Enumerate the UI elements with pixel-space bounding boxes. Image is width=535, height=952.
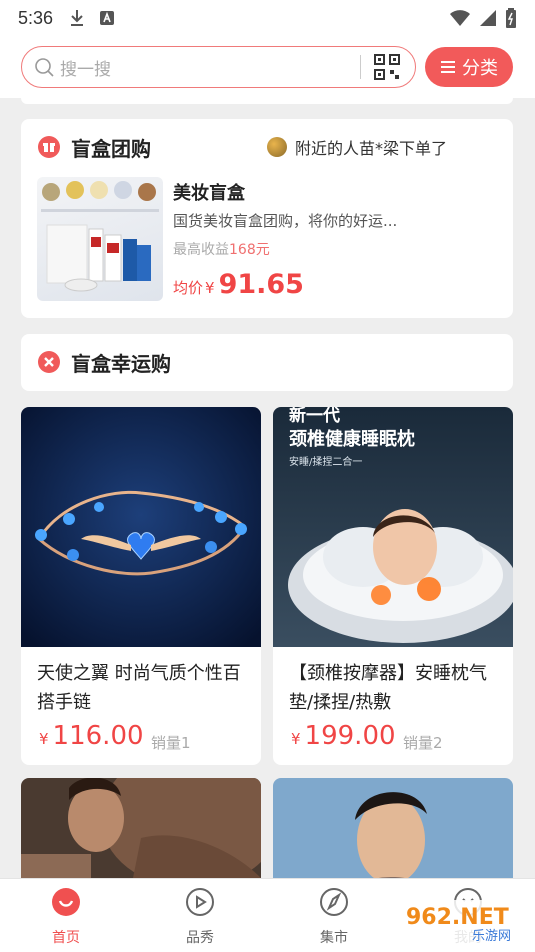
pillow-headline: 新一代 bbox=[289, 407, 340, 426]
app-a-icon bbox=[100, 11, 115, 25]
pillow-subheadline: 颈椎健康睡眠枕 bbox=[288, 428, 415, 450]
tab-market[interactable]: 集市 bbox=[294, 887, 374, 947]
product-name: 美妆盲盒 bbox=[173, 183, 245, 204]
order-notice-text: 附近的人苗*梁下单了 bbox=[295, 139, 448, 158]
max-earning: 最高收益168元 bbox=[173, 239, 270, 259]
gift-box-icon bbox=[38, 136, 60, 158]
product-description: 国货美妆盲盒团购，将你的好运... bbox=[173, 212, 398, 230]
currency-symbol: ¥ bbox=[39, 730, 49, 748]
play-icon bbox=[186, 888, 214, 916]
product-sales: 销量1 bbox=[151, 734, 191, 752]
category-button[interactable]: 分类 bbox=[425, 47, 513, 87]
order-notice: 附近的人苗*梁下单了 bbox=[267, 135, 447, 159]
watermark-sub: 乐游网 bbox=[472, 929, 511, 944]
product-image-portrait[interactable] bbox=[273, 778, 513, 888]
lucky-buy-header: 盲盒幸运购 bbox=[21, 334, 513, 391]
pillow-caption: 安睡/揉捏二合一 bbox=[289, 455, 362, 468]
category-button-label: 分类 bbox=[462, 58, 498, 79]
lucky-buy-title: 盲盒幸运购 bbox=[71, 352, 171, 376]
signal-icon bbox=[480, 10, 496, 26]
currency-symbol: ¥ bbox=[291, 730, 301, 748]
product-card[interactable]: 天使之翼 时尚气质个性百搭手链 ¥ 116.00 销量1 bbox=[21, 407, 261, 765]
tab-showcase-label: 品秀 bbox=[186, 930, 214, 946]
site-watermark: 962.NET 乐游网 bbox=[398, 896, 528, 946]
product-image-pillow[interactable]: 新一代 颈椎健康睡眠枕 安睡/揉捏二合一 bbox=[273, 407, 513, 647]
product-title: 天使之翼 时尚气质个性百搭手链 bbox=[37, 663, 241, 713]
tab-home-label: 首页 bbox=[52, 930, 80, 946]
menu-icon bbox=[441, 61, 455, 73]
product-image-bracelet[interactable] bbox=[21, 407, 261, 647]
status-bar: 5:36 bbox=[0, 0, 535, 36]
max-earning-value: 168元 bbox=[229, 242, 270, 258]
qr-scan-icon[interactable] bbox=[374, 54, 400, 80]
product-price: ¥ 199.00 bbox=[291, 721, 396, 751]
product-card-partial[interactable] bbox=[21, 778, 261, 888]
product-card-partial[interactable] bbox=[273, 778, 513, 888]
max-earning-label: 最高收益 bbox=[173, 242, 229, 258]
wifi-icon bbox=[450, 10, 470, 26]
currency-symbol: ¥ bbox=[205, 279, 215, 297]
mystery-box-thumbnail[interactable] bbox=[37, 177, 163, 301]
search-icon bbox=[35, 58, 54, 77]
product-price: ¥ 116.00 bbox=[39, 721, 144, 751]
tab-showcase[interactable]: 品秀 bbox=[160, 887, 240, 947]
tab-home[interactable]: 首页 bbox=[26, 887, 106, 947]
download-icon bbox=[71, 10, 84, 26]
product-card[interactable]: 新一代 颈椎健康睡眠枕 安睡/揉捏二合一 【颈椎按摩器】安睡枕气垫/揉捏/热敷 … bbox=[273, 407, 513, 765]
product-sales: 销量2 bbox=[403, 734, 443, 752]
watermark-brand: 962.NET bbox=[406, 905, 509, 930]
buyer-avatar bbox=[267, 137, 287, 157]
header: 搜一搜 分类 bbox=[0, 36, 535, 98]
average-price-value: 91.65 bbox=[218, 269, 304, 300]
search-divider bbox=[360, 55, 361, 79]
product-title: 【颈椎按摩器】安睡枕气垫/揉捏/热敷 bbox=[289, 663, 487, 713]
average-price-label: 均价 bbox=[173, 279, 204, 297]
product-price-value: 116.00 bbox=[52, 721, 144, 751]
home-icon bbox=[52, 888, 80, 916]
average-price: 均价 ¥ 91.65 bbox=[173, 269, 304, 300]
status-time: 5:36 bbox=[18, 7, 54, 28]
product-price-value: 199.00 bbox=[304, 721, 396, 751]
product-image-fitness[interactable] bbox=[21, 778, 261, 888]
battery-icon bbox=[506, 8, 516, 28]
search-bar[interactable]: 搜一搜 bbox=[21, 46, 416, 88]
search-input[interactable]: 搜一搜 bbox=[60, 55, 111, 80]
group-buy-card[interactable]: 盲盒团购 附近的人苗*梁下单了 美妆盲盒 国货美妆盲盒团购，将你的好运... 最… bbox=[21, 119, 513, 318]
close-circle-icon bbox=[38, 351, 60, 373]
banner-bottom-edge bbox=[21, 98, 513, 104]
tab-market-label: 集市 bbox=[320, 930, 348, 946]
compass-icon bbox=[320, 888, 348, 916]
group-buy-title: 盲盒团购 bbox=[71, 137, 151, 161]
